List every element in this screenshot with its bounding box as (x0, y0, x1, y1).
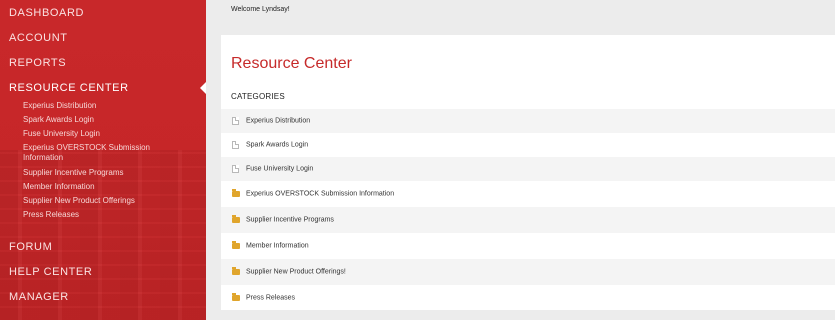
category-row[interactable]: Member Information (221, 233, 835, 259)
category-label[interactable]: Supplier Incentive Programs (246, 217, 334, 224)
subnav-experius-distribution[interactable]: Experius Distribution (23, 101, 193, 111)
subnav-member-information[interactable]: Member Information (23, 182, 193, 192)
sidebar: DASHBOARD ACCOUNT REPORTS RESOURCE CENTE… (0, 0, 206, 320)
category-label[interactable]: Press Releases (246, 294, 295, 301)
document-icon (232, 141, 239, 149)
welcome-message: Welcome Lyndsay! (231, 6, 290, 13)
category-label[interactable]: Spark Awards Login (246, 142, 308, 149)
category-row[interactable]: Fuse University Login (221, 157, 835, 181)
nav-dashboard[interactable]: DASHBOARD (9, 7, 84, 19)
page-title: Resource Center (231, 55, 352, 72)
category-row[interactable]: Supplier Incentive Programs (221, 207, 835, 233)
category-row[interactable]: Spark Awards Login (221, 133, 835, 157)
subnav-spark-awards-login[interactable]: Spark Awards Login (23, 115, 193, 125)
folder-icon (232, 267, 240, 275)
categories-heading: CATEGORIES (231, 92, 285, 101)
category-label[interactable]: Supplier New Product Offerings! (246, 269, 346, 276)
nav-manager[interactable]: MANAGER (9, 291, 69, 303)
category-row[interactable]: Press Releases (221, 285, 835, 310)
folder-icon (232, 241, 240, 249)
subnav-supplier-new-products[interactable]: Supplier New Product Offerings (23, 196, 193, 206)
nav-help-center[interactable]: HELP CENTER (9, 266, 92, 278)
category-row[interactable]: Experius OVERSTOCK Submission Informatio… (221, 181, 835, 207)
folder-icon (232, 189, 240, 197)
subnav-supplier-incentive[interactable]: Supplier Incentive Programs (23, 168, 193, 178)
document-icon (232, 117, 239, 125)
category-row[interactable]: Supplier New Product Offerings! (221, 259, 835, 285)
top-bar (206, 0, 835, 22)
category-label[interactable]: Experius Distribution (246, 118, 310, 125)
active-indicator-caret (200, 82, 206, 94)
nav-reports[interactable]: REPORTS (9, 57, 66, 69)
nav-resource-center[interactable]: RESOURCE CENTER (9, 82, 129, 94)
document-icon (232, 165, 239, 173)
category-label[interactable]: Fuse University Login (246, 166, 313, 173)
category-label[interactable]: Member Information (246, 243, 309, 250)
subnav-overstock-submission[interactable]: Experius OVERSTOCK Submission Informatio… (23, 143, 173, 163)
nav-account[interactable]: ACCOUNT (9, 32, 68, 44)
subnav-fuse-university-login[interactable]: Fuse University Login (23, 129, 193, 139)
category-row[interactable]: Experius Distribution (221, 109, 835, 133)
category-label[interactable]: Experius OVERSTOCK Submission Informatio… (246, 191, 394, 198)
subnav-press-releases[interactable]: Press Releases (23, 210, 193, 220)
folder-icon (232, 292, 240, 301)
nav-forum[interactable]: FORUM (9, 241, 52, 253)
folder-icon (232, 215, 240, 223)
